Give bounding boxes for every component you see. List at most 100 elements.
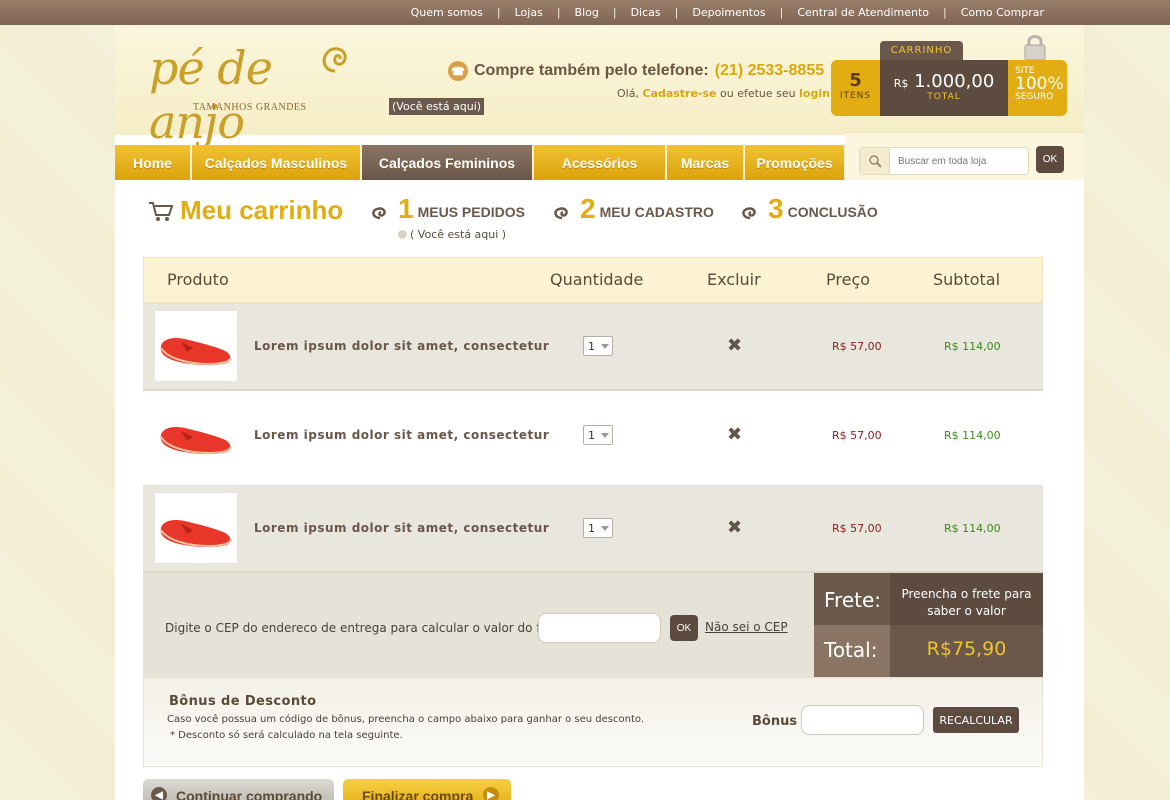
swirl-icon	[554, 207, 568, 220]
login-link[interactable]: login	[799, 87, 830, 100]
toplink-dicas[interactable]: Dicas	[631, 6, 661, 19]
cart-heading: Meu carrinho	[148, 195, 343, 226]
chevron-down-icon	[601, 433, 609, 438]
nav-home[interactable]: Home	[115, 145, 192, 180]
phone-label: Compre também pelo telefone:	[474, 62, 709, 79]
quantity-select[interactable]: 1	[583, 425, 613, 445]
delete-icon[interactable]: ✖	[727, 335, 742, 356]
nav-calcados-masculinos[interactable]: Calçados Masculinos	[192, 145, 362, 180]
total-label: Total:	[814, 625, 890, 677]
quantity-value: 1	[588, 339, 595, 353]
cart-total-label: TOTAL	[927, 92, 961, 102]
step-1: 1 MEUS PEDIDOS	[370, 195, 525, 223]
shoe-image	[160, 427, 232, 455]
phone-icon: ☎	[448, 61, 468, 81]
step-3: 3 CONCLUSÃO	[740, 195, 878, 223]
search-ok-button[interactable]: OK	[1036, 146, 1064, 173]
header-quantity: Quantidade	[550, 270, 644, 289]
quantity-value: 1	[588, 521, 595, 535]
nav-promocoes[interactable]: Promoções	[745, 145, 846, 180]
register-link[interactable]: Cadastre-se	[642, 87, 716, 100]
main-panel: pé de anjo TAMANHOS GRANDES (Você está a…	[115, 25, 1084, 800]
discount-description: Caso você possua um código de bônus, pre…	[167, 714, 645, 725]
total-value: R$75,90	[890, 625, 1043, 677]
header-subtotal: Subtotal	[933, 270, 1001, 289]
greeting-prefix: Olá,	[617, 87, 639, 100]
cart-tab[interactable]: CARRINHO	[880, 41, 963, 61]
cep-input[interactable]	[538, 613, 661, 643]
toplink-depoimentos[interactable]: Depoimentos	[692, 6, 765, 19]
logo[interactable]: pé de anjo TAMANHOS GRANDES	[139, 39, 359, 149]
delete-icon[interactable]: ✖	[727, 424, 742, 445]
product-image[interactable]	[155, 311, 237, 381]
unit-price: R$ 57,00	[832, 522, 882, 535]
shoe-image	[160, 338, 232, 366]
logo-swirl-icon	[322, 47, 347, 73]
unit-price: R$ 57,00	[832, 340, 882, 353]
shoe-image	[160, 520, 232, 548]
finish-purchase-button[interactable]: Finalizar compra ▶	[343, 779, 511, 800]
header: pé de anjo TAMANHOS GRANDES (Você está a…	[115, 25, 1084, 149]
quantity-select[interactable]: 1	[583, 518, 613, 538]
toplink-lojas[interactable]: Lojas	[515, 6, 543, 19]
search-input[interactable]	[890, 155, 1020, 167]
product-name[interactable]: Lorem ipsum dolor sit amet, consectetur	[254, 428, 549, 442]
search-area: OK	[845, 132, 1084, 180]
separator: |	[674, 6, 679, 19]
search-box	[859, 147, 1029, 175]
bonus-label: Bônus	[752, 714, 798, 729]
product-name[interactable]: Lorem ipsum dolor sit amet, consectetur	[254, 339, 549, 353]
greeting: Olá, Cadastre-se ou efetue seu login	[617, 87, 830, 100]
toplink-quem-somos[interactable]: Quem somos	[411, 6, 483, 19]
top-links: Quem somos | Lojas | Blog | Dicas | Depoimen…	[411, 0, 1044, 25]
toplink-como-comprar[interactable]: Como Comprar	[961, 6, 1044, 19]
step-2: 2 MEU CADASTRO	[552, 195, 714, 223]
nav-acessorios[interactable]: Acessórios	[534, 145, 667, 180]
search-icon[interactable]	[860, 148, 890, 174]
shipping-value: Preencha o frete para saber o valor	[890, 573, 1043, 625]
row-subtotal: R$ 114,00	[944, 522, 1001, 535]
row-subtotal: R$ 114,00	[944, 429, 1001, 442]
continue-shopping-button[interactable]: ◀ Continuar comprando	[143, 779, 334, 800]
cart-count: 5 ITENS	[831, 60, 880, 116]
recalculate-button[interactable]: RECALCULAR	[933, 707, 1019, 733]
quantity-select[interactable]: 1	[583, 336, 613, 356]
phone-line: ☎ Compre também pelo telefone: (21) 2533…	[448, 61, 824, 81]
step-2-number: 2	[580, 193, 596, 224]
step-2-label: MEU CADASTRO	[599, 204, 714, 220]
arrow-left-icon: ◀	[151, 787, 167, 800]
step-1-label: MEUS PEDIDOS	[417, 204, 525, 220]
nav-calcados-femininos[interactable]: Calçados Femininos	[362, 145, 534, 180]
table-row: Lorem ipsum dolor sit amet, consectetur …	[143, 303, 1043, 391]
unknown-cep-link[interactable]: Não sei o CEP	[705, 620, 788, 634]
product-image[interactable]	[155, 493, 237, 563]
cart-count-label: ITENS	[839, 91, 872, 101]
chevron-down-icon	[601, 344, 609, 349]
cart-total-amount: 1.000,00	[914, 71, 995, 92]
quantity-value: 1	[588, 428, 595, 442]
product-image[interactable]	[155, 400, 237, 470]
discount-title: Bônus de Desconto	[169, 694, 317, 709]
bullet-icon	[398, 230, 407, 239]
separator: |	[556, 6, 561, 19]
shipping-section: Digite o CEP do endereco de entrega para…	[143, 573, 1043, 677]
toplink-blog[interactable]: Blog	[575, 6, 599, 19]
toplink-central-atendimento[interactable]: Central de Atendimento	[797, 6, 929, 19]
nav-marcas[interactable]: Marcas	[667, 145, 745, 180]
row-subtotal: R$ 114,00	[944, 340, 1001, 353]
delete-icon[interactable]: ✖	[727, 517, 742, 538]
secure-badge-percent: 100%	[1015, 74, 1064, 94]
cart-total-value: R$ 1.000,00	[880, 71, 1008, 92]
cart-summary[interactable]: 5 ITENS R$ 1.000,00 TOTAL SITE 100% SEGU…	[831, 60, 1067, 116]
finish-purchase-label: Finalizar compra	[362, 788, 474, 800]
swirl-icon	[742, 207, 756, 220]
cart-total: R$ 1.000,00 TOTAL	[880, 60, 1008, 116]
bonus-input[interactable]	[801, 705, 924, 735]
cep-ok-button[interactable]: OK	[670, 615, 698, 641]
product-name[interactable]: Lorem ipsum dolor sit amet, consectetur	[254, 521, 549, 535]
cart-count-value: 5	[849, 70, 862, 91]
arrow-right-icon: ▶	[483, 787, 499, 800]
step-you-are-here-text: ( Você está aqui )	[410, 228, 507, 241]
header-product: Produto	[167, 270, 229, 289]
header-price: Preço	[826, 270, 871, 289]
